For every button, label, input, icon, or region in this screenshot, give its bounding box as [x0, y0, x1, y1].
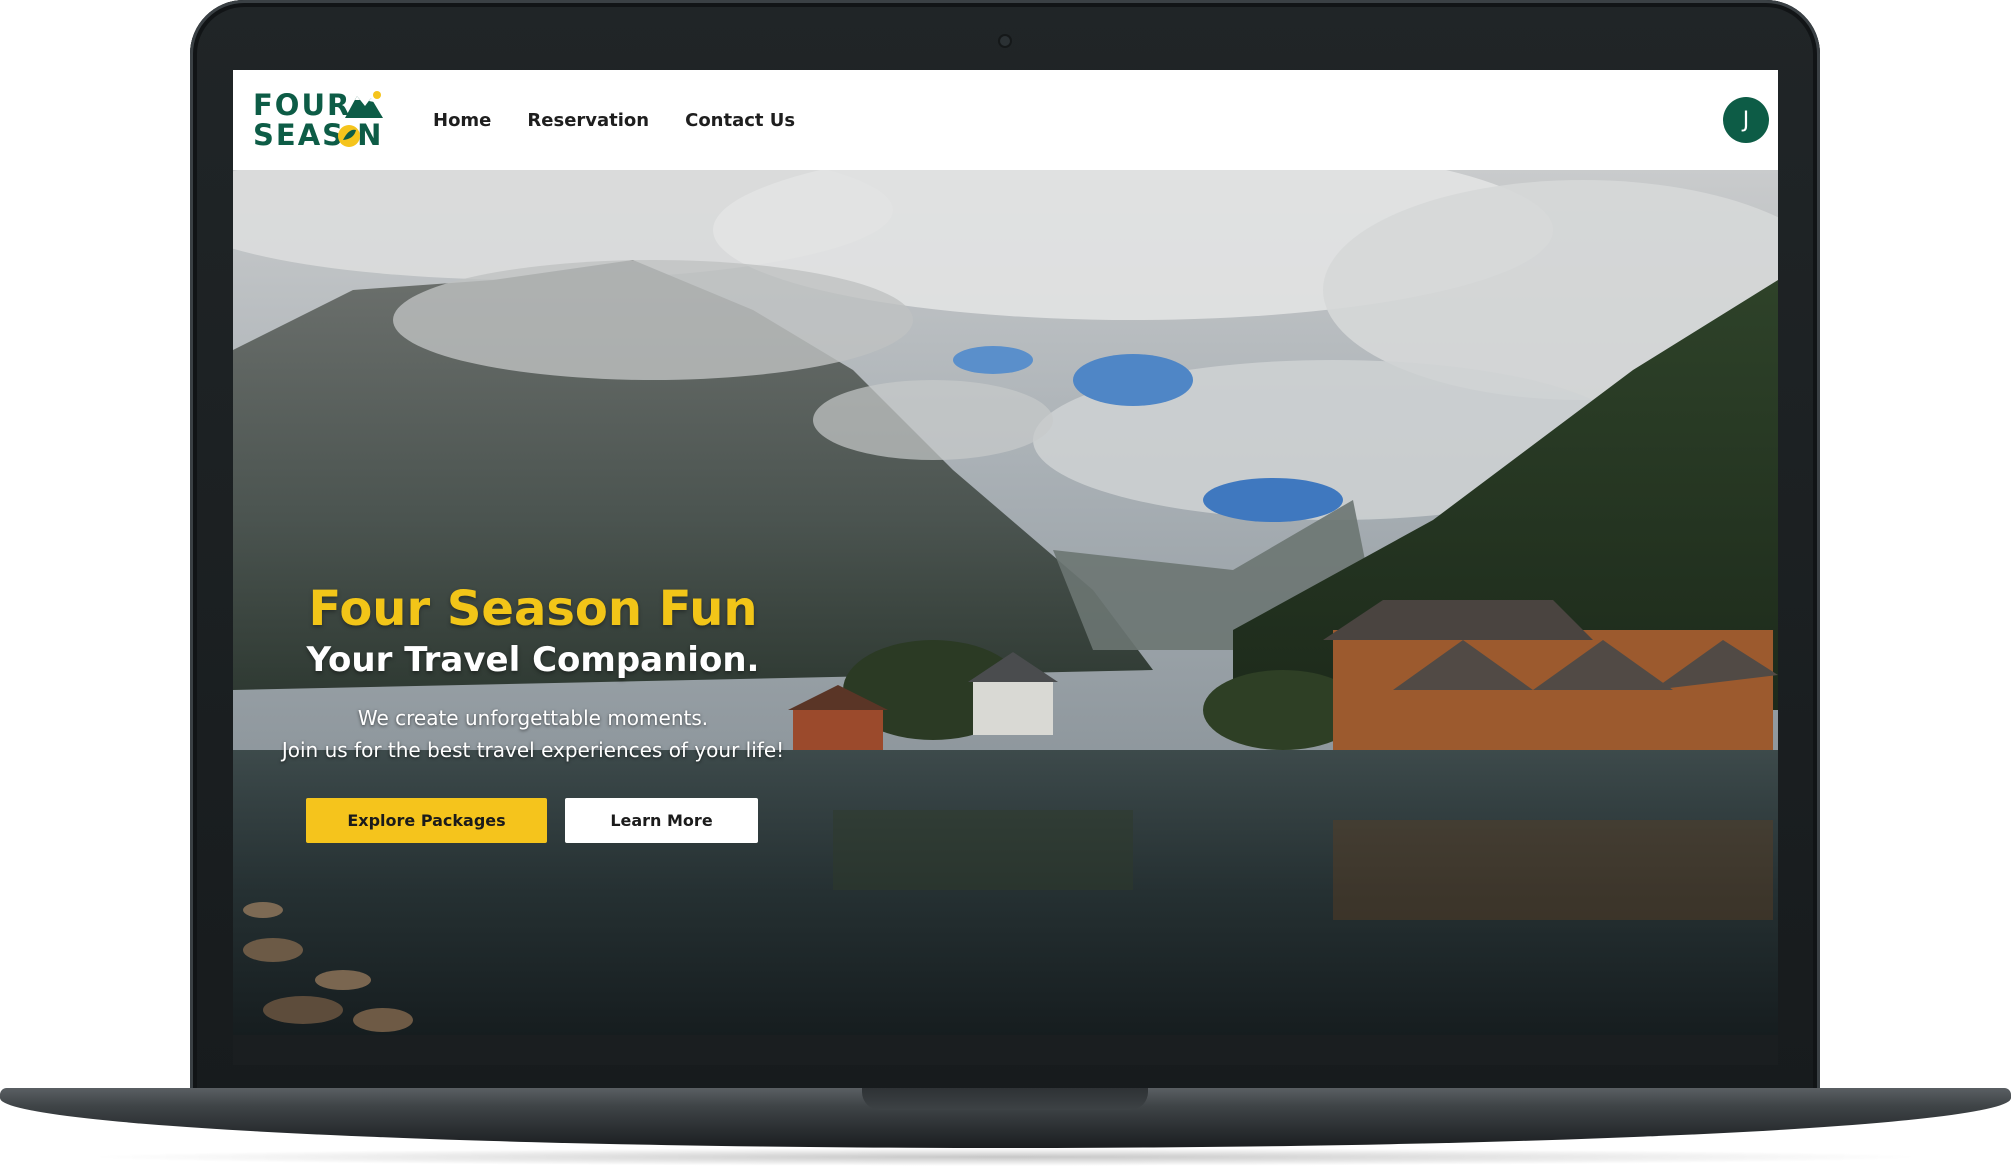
nav-link-home[interactable]: Home: [433, 110, 491, 131]
hero-section: Four Season Fun Your Travel Companion. W…: [233, 170, 1778, 1035]
learn-more-button[interactable]: Learn More: [565, 798, 758, 843]
user-avatar[interactable]: J: [1723, 97, 1769, 143]
hero-description-line2: Join us for the best travel experiences …: [281, 738, 785, 762]
navbar: FOUR SEAS N Home Reservation Contact Us …: [233, 70, 1778, 170]
logo-text-line2: SEAS N: [253, 118, 384, 152]
hero-subtitle: Your Travel Companion.: [306, 640, 760, 680]
mountain-icon: [345, 91, 383, 118]
laptop-shadow: [80, 1148, 1930, 1166]
hero-text-block: Four Season Fun Your Travel Companion. W…: [273, 580, 793, 766]
nav-link-reservation[interactable]: Reservation: [527, 110, 649, 131]
nav-links: Home Reservation Contact Us: [433, 70, 831, 170]
site-logo[interactable]: FOUR SEAS N: [253, 90, 393, 154]
hero-description-line1: We create unforgettable moments.: [357, 706, 709, 730]
explore-packages-button[interactable]: Explore Packages: [306, 798, 547, 843]
laptop-hinge-notch: [862, 1088, 1148, 1110]
leaf-icon: [338, 125, 360, 147]
screen-bezel-bottom: [233, 1035, 1778, 1065]
camera-dot: [1000, 36, 1010, 46]
laptop-screen: FOUR SEAS N Home Reservation Contact Us …: [233, 70, 1778, 1035]
hero-title: Four Season Fun: [308, 581, 758, 637]
logo-text-line1: FOUR: [253, 88, 352, 122]
nav-link-contact-us[interactable]: Contact Us: [685, 110, 795, 131]
hero-description: We create unforgettable moments. Join us…: [273, 702, 793, 766]
